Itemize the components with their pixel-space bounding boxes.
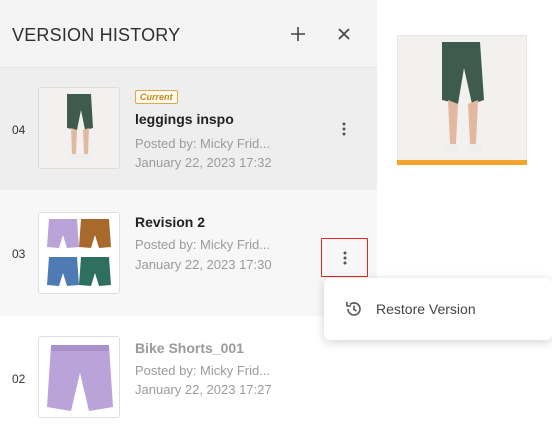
panel-header: VERSION HISTORY <box>0 0 377 68</box>
version-name: leggings inspo <box>135 111 234 127</box>
version-thumbnail <box>38 212 120 294</box>
close-icon <box>338 28 350 40</box>
version-number: 02 <box>12 372 26 386</box>
more-vertical-icon <box>343 251 346 264</box>
version-history-panel: VERSION HISTORY 04 Current leggings insp… <box>0 0 377 434</box>
leggings-preview-image <box>398 36 526 164</box>
plus-icon <box>291 27 305 41</box>
leggings-thumbnail-image <box>39 88 119 168</box>
shorts-grid-thumbnail-image <box>39 213 119 293</box>
version-name: Revision 2 <box>135 214 206 230</box>
panel-title: VERSION HISTORY <box>12 25 181 45</box>
version-thumbnail <box>38 87 120 169</box>
posted-by: Posted by: Micky Frid... <box>135 136 271 151</box>
version-number: 04 <box>12 123 26 137</box>
history-icon <box>346 302 361 316</box>
version-date: January 22, 2023 17:27 <box>135 382 272 397</box>
posted-by: Posted by: Micky Frid... <box>135 363 271 378</box>
restore-version-menu-item[interactable]: Restore Version <box>324 278 552 340</box>
restore-version-label: Restore Version <box>376 301 476 317</box>
version-preview <box>397 35 527 165</box>
version-date: January 22, 2023 17:30 <box>135 257 272 272</box>
posted-by: Posted by: Micky Frid... <box>135 237 271 252</box>
bike-shorts-thumbnail-image <box>39 337 119 417</box>
selected-version-indicator <box>397 160 527 165</box>
version-row[interactable]: 04 Current leggings inspo Posted by: Mic… <box>0 68 377 190</box>
version-thumbnail <box>38 336 120 418</box>
more-vertical-icon <box>342 122 346 136</box>
version-date: January 22, 2023 17:32 <box>135 155 272 170</box>
version-row[interactable]: 02 Bike Shorts_001 Posted by: Micky Frid… <box>0 316 377 434</box>
version-menu-button[interactable] <box>329 114 359 144</box>
version-menu-button[interactable] <box>321 238 368 277</box>
version-number: 03 <box>12 247 26 261</box>
add-version-button[interactable] <box>286 22 310 46</box>
version-row[interactable]: 03 Revision 2 Posted by: Micky Frid... J… <box>0 190 377 316</box>
version-name: Bike Shorts_001 <box>135 340 244 356</box>
current-badge: Current <box>135 90 178 104</box>
close-button[interactable] <box>332 22 356 46</box>
